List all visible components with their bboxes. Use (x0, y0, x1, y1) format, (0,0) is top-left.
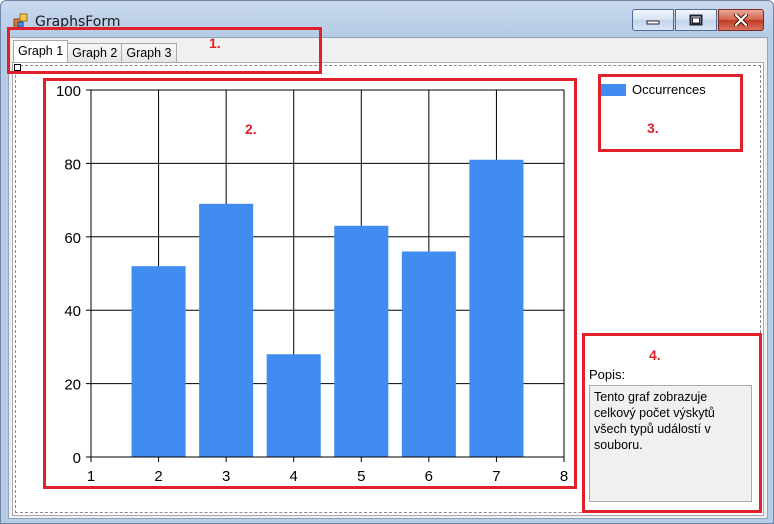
annotation-label-4: 4. (649, 347, 661, 363)
annotation-label-1: 1. (209, 35, 221, 51)
annotation-box-3 (598, 74, 743, 152)
annotation-box-2 (43, 78, 577, 489)
tab-graph-1[interactable]: Graph 1 (13, 40, 69, 62)
annotation-label-2: 2. (245, 121, 257, 137)
annotation-label-3: 3. (647, 120, 659, 136)
annotation-box-4 (582, 333, 762, 513)
